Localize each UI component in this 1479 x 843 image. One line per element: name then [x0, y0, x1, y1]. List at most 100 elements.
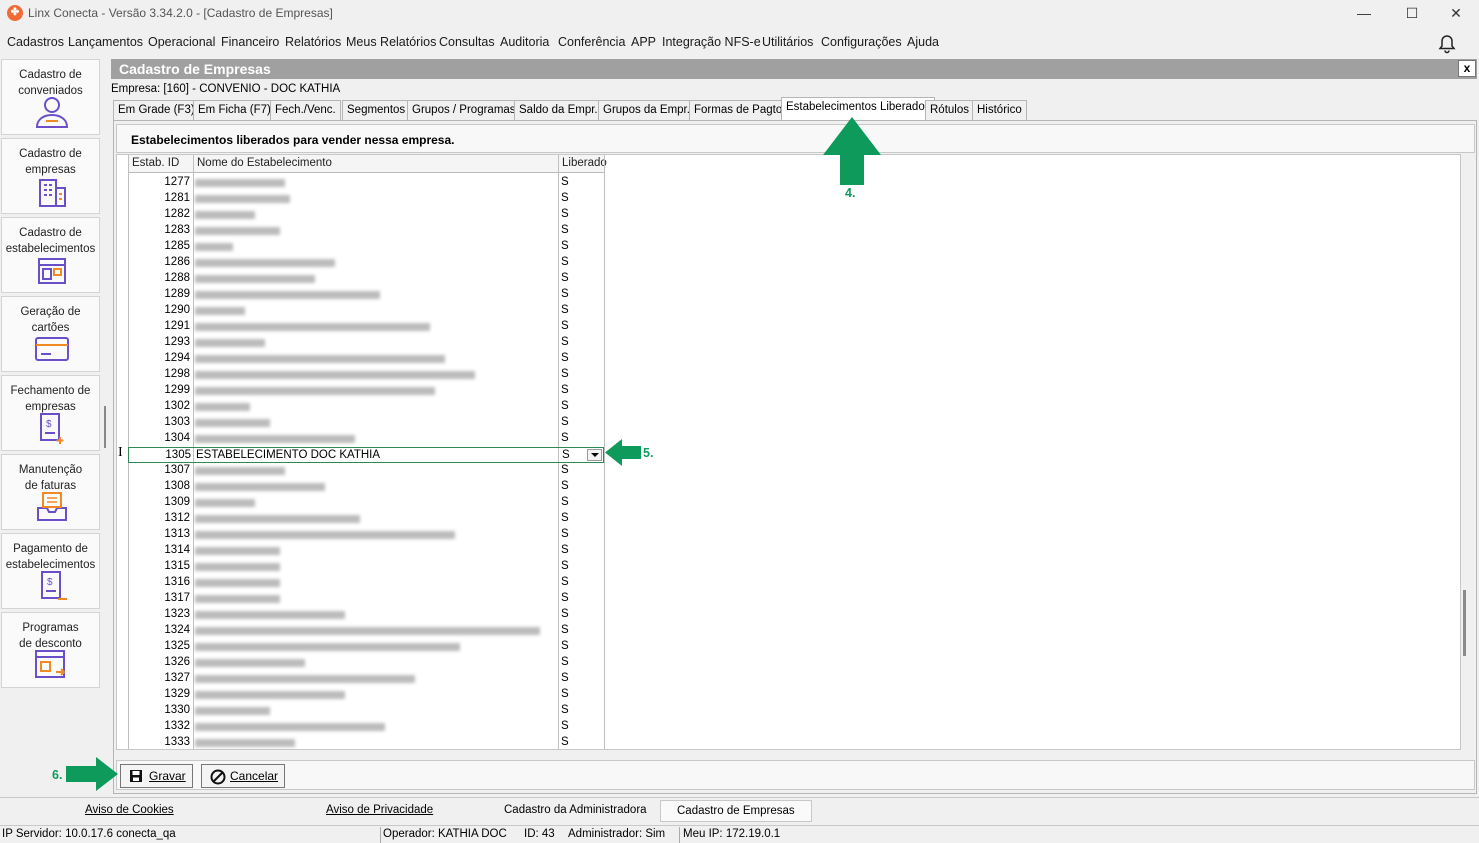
table-row[interactable]: 1327 S — [128, 671, 605, 687]
cell-estab-id: 1314 — [164, 544, 190, 556]
table-row[interactable]: 1314 S — [128, 543, 605, 559]
sidebar-item-fechamento[interactable]: Fechamento de empresas $ — [1, 375, 100, 451]
table-row[interactable]: 1307 S — [128, 463, 605, 479]
sidebar-item-empresas[interactable]: Cadastro de empresas — [1, 138, 100, 214]
table-row[interactable]: 1323 S — [128, 607, 605, 623]
table-row[interactable]: 1330 S — [128, 703, 605, 719]
cell-estab-id: 1277 — [164, 176, 190, 188]
link-aviso-cookies[interactable]: Aviso de Cookies — [85, 804, 174, 816]
cell-estab-id: 1285 — [164, 240, 190, 252]
col-header-estab-id[interactable]: Estab. ID — [132, 157, 179, 169]
menu-auditoria[interactable]: Auditoria — [500, 35, 549, 49]
estabelecimentos-grid[interactable]: Estab. ID Nome do Estabelecimento Libera… — [116, 154, 1461, 750]
menu-app[interactable]: APP — [631, 35, 656, 49]
minimize-button[interactable]: — — [1341, 0, 1387, 26]
table-row[interactable]: 1293 S — [128, 335, 605, 351]
table-row[interactable]: 1299 S — [128, 383, 605, 399]
cell-liberado[interactable]: S — [562, 449, 570, 461]
table-row[interactable]: 1312 S — [128, 511, 605, 527]
page-title: Cadastro de Empresas — [119, 61, 271, 77]
menu-configuracoes[interactable]: Configurações — [821, 35, 902, 49]
cell-liberado: S — [561, 240, 569, 252]
table-row[interactable]: 1333 S — [128, 735, 605, 749]
sidebar-item-programas-desconto[interactable]: Programas de desconto — [1, 612, 100, 688]
table-row[interactable]: 1285 S — [128, 239, 605, 255]
table-row[interactable]: 1303 S — [128, 415, 605, 431]
sidebar-item-faturas[interactable]: Manutenção de faturas — [1, 454, 100, 530]
table-row[interactable]: 1281 S — [128, 191, 605, 207]
table-row[interactable]: 1294 S — [128, 351, 605, 367]
cell-liberado: S — [561, 656, 569, 668]
table-row[interactable]: 1290 S — [128, 303, 605, 319]
col-header-liberado[interactable]: Liberado — [562, 157, 607, 169]
tab-em-ficha[interactable]: Em Ficha (F7) — [193, 100, 276, 121]
table-row[interactable]: 1282 S — [128, 207, 605, 223]
table-row[interactable]: 1289 S — [128, 287, 605, 303]
link-aviso-privacidade[interactable]: Aviso de Privacidade — [326, 804, 433, 816]
menu-operacional[interactable]: Operacional — [148, 35, 215, 49]
table-row[interactable]: 1283 S — [128, 223, 605, 239]
menu-consultas[interactable]: Consultas — [439, 35, 495, 49]
bell-icon[interactable] — [1436, 33, 1458, 55]
tab-em-grade[interactable]: Em Grade (F3) — [113, 100, 200, 121]
cancel-button[interactable]: Cancelar — [201, 764, 286, 788]
menu-cadastros[interactable]: Cadastros — [7, 35, 64, 49]
cell-nome-redacted — [195, 291, 380, 299]
tab-saldo-empr[interactable]: Saldo da Empr. — [514, 100, 603, 121]
sidebar-item-pagamento[interactable]: Pagamento de estabelecimentos $ — [1, 533, 100, 609]
table-row[interactable]: 1324 S — [128, 623, 605, 639]
table-row[interactable]: 1315 S — [128, 559, 605, 575]
close-panel-button[interactable]: x — [1458, 60, 1476, 77]
close-window-button[interactable]: ✕ — [1433, 0, 1479, 26]
table-row[interactable]: 1326 S — [128, 655, 605, 671]
table-row[interactable]: 1304 S — [128, 431, 605, 447]
cell-liberado: S — [561, 640, 569, 652]
menu-ajuda[interactable]: Ajuda — [907, 35, 939, 49]
step-6-label: 6. — [52, 768, 63, 782]
table-row[interactable]: 1308 S — [128, 479, 605, 495]
tab-grupos-empr[interactable]: Grupos da Empr. — [598, 100, 695, 121]
status-bar: IP Servidor: 10.0.17.6 conecta_qa Operad… — [0, 825, 1479, 843]
table-row[interactable]: 1332 S — [128, 719, 605, 735]
discount-icon — [35, 650, 66, 678]
tab-grupos-programas[interactable]: Grupos / Programas — [407, 100, 521, 121]
menu-meus-relatorios[interactable]: Meus Relatórios — [346, 35, 436, 49]
tab-cadastro-empresas[interactable]: Cadastro de Empresas — [660, 800, 812, 822]
table-row[interactable]: 1288 S — [128, 271, 605, 287]
sidebar-item-estabelecimentos[interactable]: Cadastro de estabelecimentos — [1, 217, 100, 293]
table-row[interactable]: 1286 S — [128, 255, 605, 271]
table-row[interactable]: 1329 S — [128, 687, 605, 703]
menu-integracao-nfse[interactable]: Integração NFS-e — [662, 35, 761, 49]
tab-historico[interactable]: Histórico — [972, 100, 1027, 121]
menu-conferencia[interactable]: Conferência — [558, 35, 625, 49]
store-icon — [38, 258, 66, 284]
table-row[interactable]: 1313 S — [128, 527, 605, 543]
col-header-nome[interactable]: Nome do Estabelecimento — [197, 157, 332, 169]
table-row[interactable]: 1325 S — [128, 639, 605, 655]
table-row[interactable]: 1302 S — [128, 399, 605, 415]
menu-utilitarios[interactable]: Utilitários — [762, 35, 813, 49]
table-row[interactable]: 1316 S — [128, 575, 605, 591]
sidebar-item-conveniados[interactable]: Cadastro de conveniados — [1, 59, 100, 135]
table-row[interactable]: 1291 S — [128, 319, 605, 335]
cell-liberado: S — [561, 208, 569, 220]
table-row[interactable]: 1305 ESTABELECIMENTO DOC KATHIA S — [128, 447, 604, 463]
menu-relatorios[interactable]: Relatórios — [285, 35, 341, 49]
table-row[interactable]: 1277 S — [128, 175, 605, 191]
vertical-scrollbar[interactable] — [1463, 590, 1466, 656]
tab-cadastro-administradora[interactable]: Cadastro da Administradora — [504, 804, 647, 816]
menu-financeiro[interactable]: Financeiro — [221, 35, 279, 49]
table-row[interactable]: 1309 S — [128, 495, 605, 511]
liberado-dropdown-button[interactable] — [587, 449, 602, 461]
sidebar-splitter[interactable] — [104, 406, 106, 448]
save-button[interactable]: Gravar — [120, 764, 193, 788]
sidebar-item-cartoes[interactable]: Geração de cartões — [1, 296, 100, 372]
table-row[interactable]: 1317 S — [128, 591, 605, 607]
tab-fech-venc[interactable]: Fech./Venc. — [270, 100, 341, 121]
tab-segmentos[interactable]: Segmentos — [342, 100, 411, 121]
tab-formas-pagto[interactable]: Formas de Pagto — [689, 100, 788, 121]
tab-rotulos[interactable]: Rótulos — [925, 100, 974, 121]
table-row[interactable]: 1298 S — [128, 367, 605, 383]
maximize-button[interactable]: ☐ — [1389, 0, 1435, 26]
menu-lancamentos[interactable]: Lançamentos — [68, 35, 143, 49]
